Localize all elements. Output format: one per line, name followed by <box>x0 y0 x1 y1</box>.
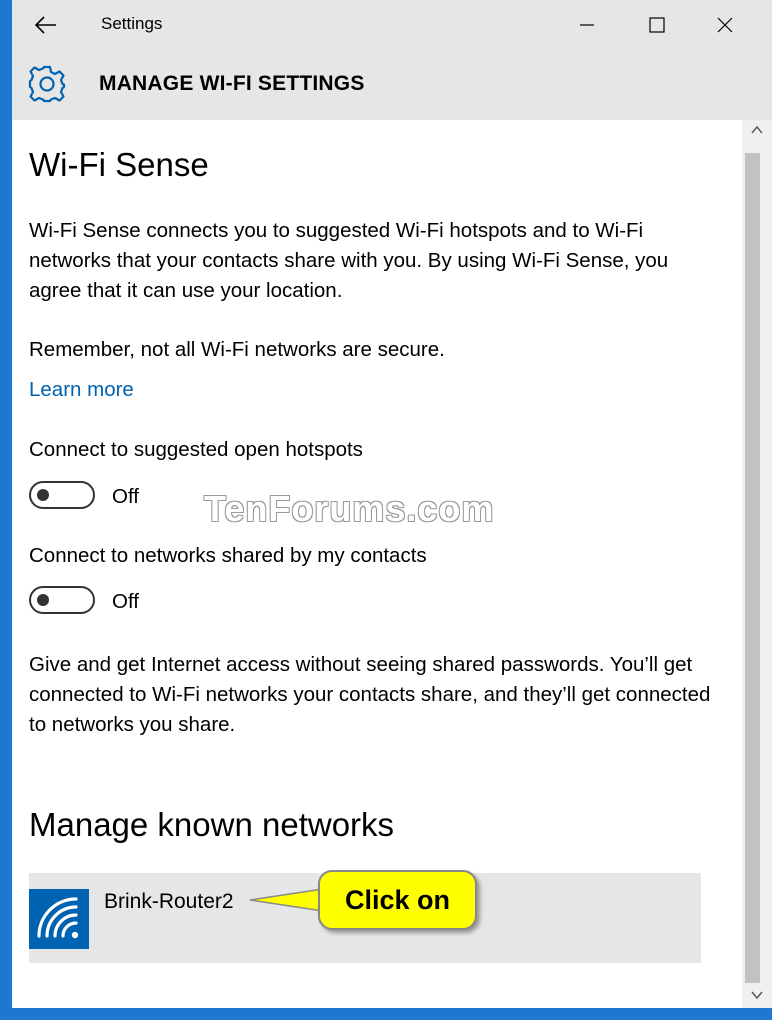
maximize-button[interactable] <box>634 0 680 50</box>
vertical-scrollbar[interactable] <box>742 120 772 1008</box>
gear-icon <box>28 65 66 103</box>
wifi-icon <box>37 897 79 939</box>
title-bar: Settings <box>12 0 772 50</box>
back-button[interactable] <box>26 8 66 42</box>
toggle-knob <box>37 489 49 501</box>
open-hotspots-toggle[interactable] <box>29 481 95 509</box>
contacts-networks-label: Connect to networks shared by my contact… <box>29 544 427 567</box>
sharing-description: Give and get Internet access without see… <box>29 653 711 736</box>
wifi-sense-description: Wi-Fi Sense connects you to suggested Wi… <box>29 219 669 302</box>
known-networks-heading: Manage known networks <box>29 806 395 843</box>
click-callout: Click on <box>318 870 477 930</box>
contacts-networks-toggle[interactable] <box>29 586 95 614</box>
wifi-tile <box>29 889 89 949</box>
scroll-thumb[interactable] <box>745 153 760 983</box>
learn-more-link[interactable]: Learn more <box>29 378 134 402</box>
callout-pointer <box>249 888 324 912</box>
close-icon <box>717 17 733 33</box>
minimize-button[interactable] <box>564 0 610 50</box>
scroll-up-arrow-icon[interactable] <box>751 125 763 135</box>
security-notice: Remember, not all Wi-Fi networks are sec… <box>29 338 445 361</box>
close-button[interactable] <box>702 0 748 50</box>
settings-window: Settings MANAGE WI-FI SETTINGS Wi-Fi Sen… <box>12 0 772 1008</box>
toggle-knob <box>37 594 49 606</box>
scroll-down-arrow-icon[interactable] <box>751 990 763 1000</box>
back-arrow-icon <box>35 16 56 34</box>
window-title: Settings <box>101 14 163 33</box>
watermark: TenForums.com <box>204 488 495 529</box>
wifi-sense-heading: Wi-Fi Sense <box>29 146 209 183</box>
open-hotspots-state: Off <box>112 485 139 508</box>
open-hotspots-label: Connect to suggested open hotspots <box>29 438 363 461</box>
page-header: MANAGE WI-FI SETTINGS <box>12 50 772 120</box>
network-name: Brink-Router2 <box>104 890 234 913</box>
maximize-icon <box>649 17 665 33</box>
contacts-networks-state: Off <box>112 590 139 613</box>
minimize-icon <box>580 24 594 26</box>
page-title: MANAGE WI-FI SETTINGS <box>99 72 365 95</box>
